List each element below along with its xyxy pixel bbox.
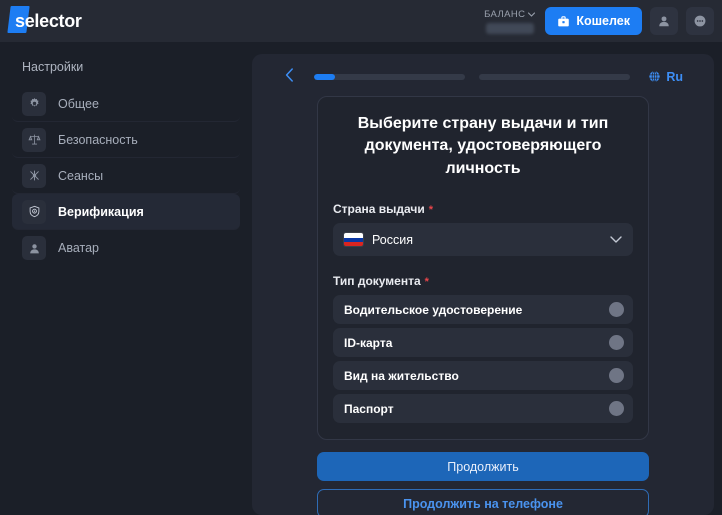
- logo-text: selector: [15, 11, 82, 31]
- doctype-option-residence-permit[interactable]: Вид на жительство: [333, 361, 633, 390]
- globe-icon: [648, 70, 661, 83]
- chevron-down-icon: [610, 236, 622, 243]
- sidebar-item-sessions[interactable]: Сеансы: [12, 158, 240, 194]
- sidebar-item-label: Безопасность: [58, 133, 138, 147]
- language-switcher[interactable]: Ru: [648, 70, 683, 84]
- required-marker: *: [425, 276, 429, 288]
- card-title: Выберите страну выдачи и тип документа, …: [333, 113, 633, 180]
- sidebar-item-label: Общее: [58, 97, 99, 111]
- option-label: Водительское удостоверение: [344, 303, 609, 317]
- doctype-option-id-card[interactable]: ID-карта: [333, 328, 633, 357]
- doctype-field-label: Тип документа *: [333, 274, 633, 288]
- doctype-option-passport[interactable]: Паспорт: [333, 394, 633, 423]
- sidebar-item-general[interactable]: Общее: [12, 86, 240, 122]
- app-body: Настройки Общее Безопасность: [0, 42, 722, 515]
- radio-icon[interactable]: [609, 401, 624, 416]
- sidebar-item-label: Аватар: [58, 241, 99, 255]
- progress-fill-step-1: [314, 74, 335, 80]
- verification-panel: Ru Выберите страну выдачи и тип документ…: [252, 54, 714, 515]
- balance-label[interactable]: БАЛАНС: [484, 9, 535, 20]
- logo-mark: selector: [12, 11, 84, 31]
- back-button[interactable]: [283, 68, 296, 85]
- radio-icon[interactable]: [609, 335, 624, 350]
- user-icon: [22, 236, 46, 260]
- radio-icon[interactable]: [609, 302, 624, 317]
- verification-card: Выберите страну выдачи и тип документа, …: [317, 96, 649, 440]
- country-select[interactable]: Россия: [333, 223, 633, 256]
- continue-button[interactable]: Продолжить: [317, 452, 649, 481]
- briefcase-icon: [557, 15, 570, 28]
- balance-label-text: БАЛАНС: [484, 9, 525, 20]
- country-label-text: Страна выдачи: [333, 202, 425, 216]
- radio-icon[interactable]: [609, 368, 624, 383]
- top-bar: selector БАЛАНС Кошелек: [0, 0, 722, 42]
- profile-button[interactable]: [650, 7, 678, 35]
- language-label: Ru: [666, 70, 683, 84]
- shield-icon: [22, 200, 46, 224]
- step-header: Ru: [283, 68, 683, 85]
- sidebar-item-security[interactable]: Безопасность: [12, 122, 240, 158]
- option-label: ID-карта: [344, 336, 609, 350]
- card-actions: Продолжить Продолжить на телефоне: [317, 452, 649, 515]
- sidebar-item-verification[interactable]: Верификация: [12, 194, 240, 230]
- network-nodes-icon: [22, 164, 46, 188]
- top-bar-right: БАЛАНС Кошелек: [484, 7, 714, 35]
- country-field-label: Страна выдачи *: [333, 202, 633, 216]
- balance-value-hidden: [486, 23, 534, 34]
- wallet-button[interactable]: Кошелек: [545, 7, 642, 35]
- sidebar-item-avatar[interactable]: Аватар: [12, 230, 240, 266]
- gear-icon: [22, 92, 46, 116]
- option-label: Вид на жительство: [344, 369, 609, 383]
- settings-sidebar: Настройки Общее Безопасность: [0, 42, 252, 515]
- sidebar-title: Настройки: [12, 56, 240, 86]
- balance-block[interactable]: БАЛАНС: [484, 9, 535, 34]
- chat-button[interactable]: [686, 7, 714, 35]
- wallet-button-label: Кошелек: [576, 14, 630, 28]
- scales-icon: [22, 128, 46, 152]
- app-logo[interactable]: selector: [12, 0, 84, 42]
- continue-on-phone-button[interactable]: Продолжить на телефоне: [317, 489, 649, 515]
- progress-bar-step-2: [479, 74, 630, 80]
- progress-bar-step-1: [314, 74, 465, 80]
- chat-bubble-icon: [693, 14, 707, 28]
- sidebar-item-label: Сеансы: [58, 169, 103, 183]
- option-label: Паспорт: [344, 402, 609, 416]
- doctype-label-text: Тип документа: [333, 274, 421, 288]
- required-marker: *: [429, 204, 433, 216]
- progress-indicator: [306, 74, 638, 80]
- user-icon: [657, 14, 671, 28]
- sidebar-item-label: Верификация: [58, 205, 144, 219]
- country-select-value: Россия: [372, 233, 601, 247]
- doctype-option-drivers-license[interactable]: Водительское удостоверение: [333, 295, 633, 324]
- chevron-left-icon: [285, 68, 294, 82]
- flag-russia-icon: [344, 233, 363, 246]
- chevron-down-icon: [528, 12, 535, 17]
